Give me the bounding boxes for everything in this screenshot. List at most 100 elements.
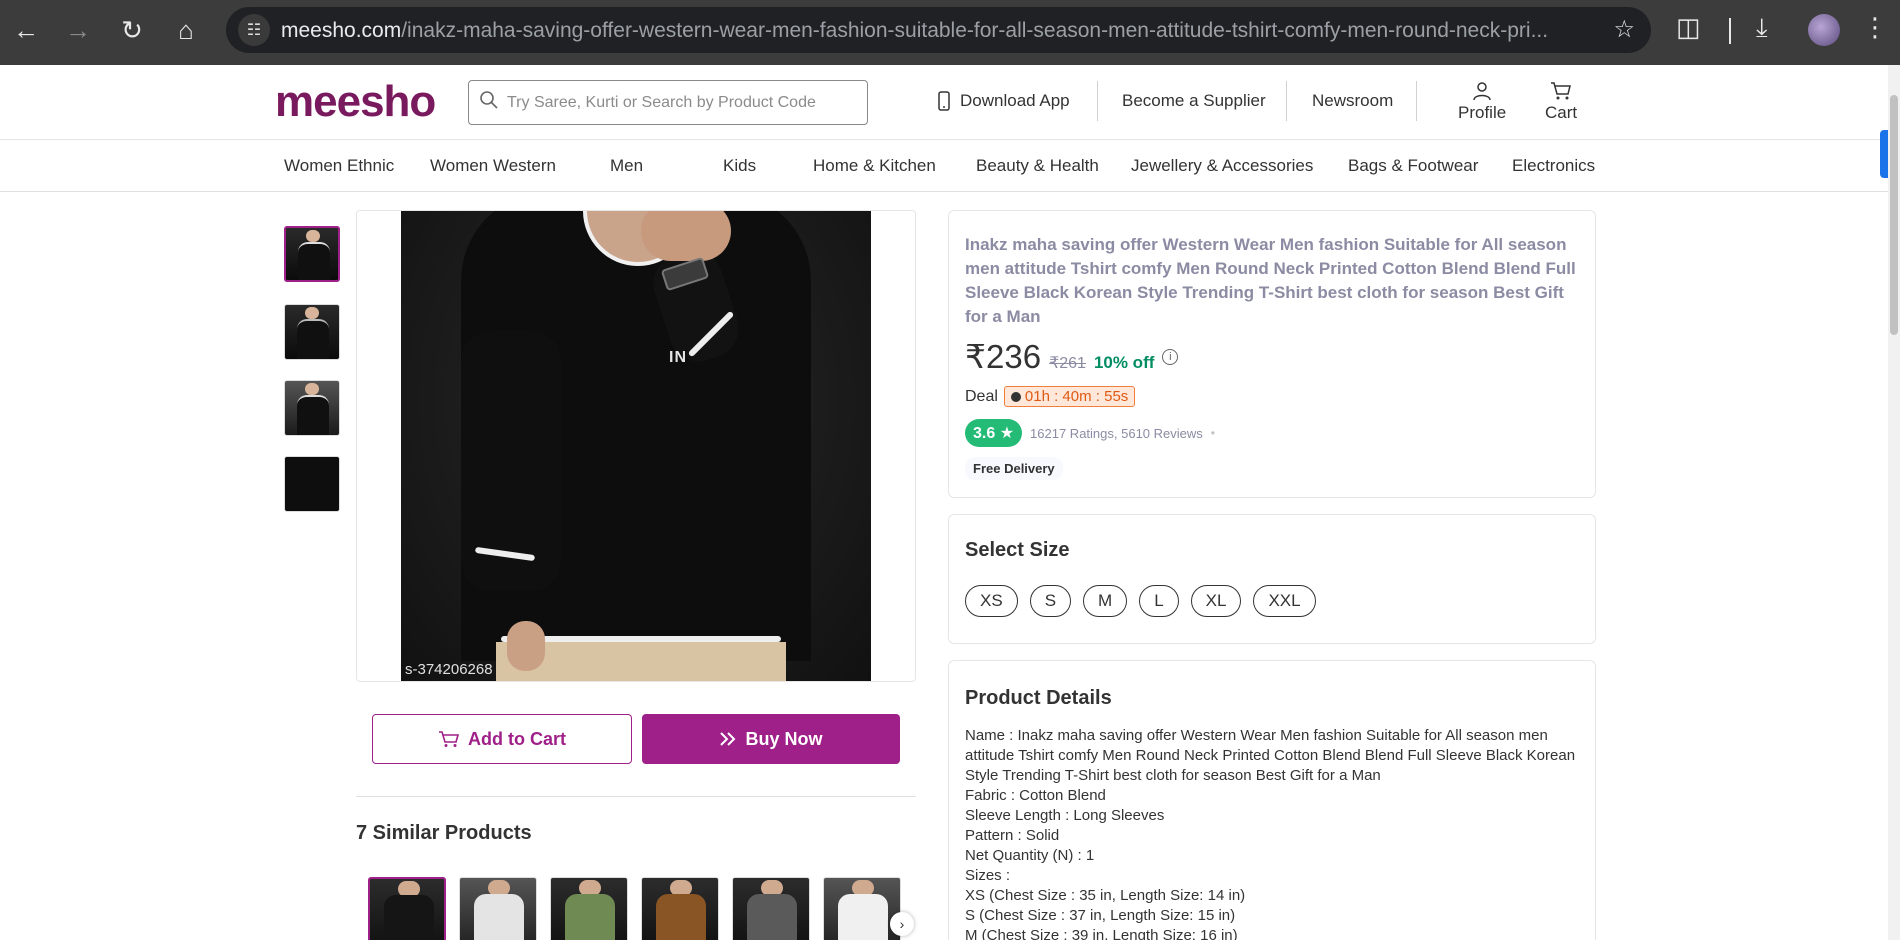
- newsroom-link[interactable]: Newsroom: [1312, 91, 1393, 111]
- become-supplier-link[interactable]: Become a Supplier: [1122, 91, 1266, 111]
- address-bar[interactable]: ☷ meesho.com/inakz-maha-saving-offer-wes…: [226, 7, 1651, 53]
- header-divider: [1286, 81, 1287, 121]
- section-divider: [356, 796, 916, 797]
- search-icon: [480, 91, 498, 109]
- category-jewellery-accessories[interactable]: Jewellery & Accessories: [1131, 156, 1313, 176]
- product-title: Inakz maha saving offer Western Wear Men…: [965, 235, 1576, 326]
- cart-button[interactable]: Cart: [1545, 81, 1577, 123]
- download-app-label: Download App: [960, 91, 1070, 110]
- profile-button[interactable]: Profile: [1458, 81, 1506, 123]
- star-icon: ★: [999, 425, 1015, 442]
- selling-price: ₹236: [965, 338, 1042, 375]
- ratings-count: 16217 Ratings, 5610 Reviews: [1030, 425, 1203, 441]
- category-home-kitchen[interactable]: Home & Kitchen: [813, 156, 936, 176]
- chevron-right-icon[interactable]: ›: [890, 912, 914, 936]
- product-details-card: Product Details Name : Inakz maha saving…: [948, 660, 1596, 940]
- category-kids[interactable]: Kids: [723, 156, 756, 176]
- discount-label: 10% off: [1093, 353, 1155, 372]
- gallery-thumbnail[interactable]: [284, 226, 340, 282]
- profile-avatar[interactable]: [1808, 14, 1840, 46]
- mobile-phone-icon: [938, 91, 950, 111]
- size-option-xs[interactable]: XS: [965, 585, 1018, 617]
- deal-timer-text: 01h : 40m : 55s: [1024, 388, 1129, 405]
- header-divider: [1416, 81, 1417, 121]
- size-option-m[interactable]: M: [1083, 585, 1128, 617]
- detail-line: Name : Inakz maha saving offer Western W…: [965, 727, 1576, 784]
- page-scrollbar[interactable]: [1888, 65, 1900, 940]
- size-option-l[interactable]: L: [1139, 585, 1179, 617]
- category-women-ethnic[interactable]: Women Ethnic: [284, 156, 394, 176]
- detail-line: Sleeve Length : Long Sleeves: [965, 807, 1165, 824]
- category-nav: Women Ethnic Women Western Men Kids Home…: [0, 140, 1890, 192]
- cart-icon: [439, 731, 460, 747]
- rating-value: 3.6: [973, 425, 996, 442]
- gallery-thumbnail[interactable]: [284, 304, 340, 360]
- buy-now-button[interactable]: Buy Now: [642, 714, 900, 764]
- info-icon[interactable]: i: [1162, 348, 1179, 365]
- category-women-western[interactable]: Women Western: [430, 156, 556, 176]
- meesho-logo[interactable]: meesho: [275, 77, 436, 127]
- user-icon: [1473, 82, 1491, 101]
- extensions-icon[interactable]: ◫: [1676, 12, 1701, 43]
- search-box[interactable]: [468, 80, 868, 125]
- product-info-card: Inakz maha saving offer Western Wear Men…: [948, 210, 1596, 498]
- select-size-title: Select Size: [965, 539, 1070, 561]
- similar-product-thumbnail[interactable]: [732, 877, 810, 940]
- similar-product-thumbnail[interactable]: [459, 877, 537, 940]
- cart-icon: [1551, 82, 1572, 100]
- size-option-xl[interactable]: XL: [1190, 585, 1242, 617]
- original-price: ₹261: [1049, 355, 1086, 372]
- size-option-s[interactable]: S: [1029, 585, 1072, 617]
- category-electronics[interactable]: Electronics: [1512, 156, 1595, 176]
- detail-line: Pattern : Solid: [965, 827, 1060, 844]
- detail-line: Fabric : Cotton Blend: [965, 787, 1106, 804]
- free-delivery-badge: Free Delivery: [965, 457, 1063, 480]
- double-chevron-right-icon: [720, 732, 736, 746]
- dot-separator: •: [1210, 426, 1215, 440]
- download-icon[interactable]: ⤓: [1756, 12, 1768, 44]
- price-row: ₹236 ₹261 10% off i: [965, 337, 1179, 376]
- scrollbar-thumb[interactable]: [1890, 95, 1898, 335]
- search-input[interactable]: [507, 87, 857, 119]
- forward-icon[interactable]: →: [58, 10, 98, 50]
- detail-line: Net Quantity (N) : 1: [965, 847, 1095, 864]
- category-bags-footwear[interactable]: Bags & Footwear: [1348, 156, 1478, 176]
- similar-product-thumbnail[interactable]: [823, 877, 901, 940]
- similar-products-title: 7 Similar Products: [356, 822, 532, 844]
- gallery-thumbnail[interactable]: [284, 456, 340, 512]
- similar-product-thumbnail[interactable]: [550, 877, 628, 940]
- rating-row: 3.6 ★ 16217 Ratings, 5610 Reviews •: [965, 419, 1215, 447]
- deal-timer: 01h : 40m : 55s: [1003, 386, 1136, 407]
- home-icon[interactable]: ⌂: [166, 10, 206, 50]
- product-details-body: Name : Inakz maha saving offer Western W…: [965, 726, 1585, 940]
- address-url[interactable]: meesho.com/inakz-maha-saving-offer-weste…: [281, 19, 1581, 43]
- add-to-cart-button[interactable]: Add to Cart: [372, 714, 632, 764]
- similar-product-thumbnail[interactable]: [368, 877, 446, 940]
- toolbar-separator: [1729, 18, 1731, 44]
- profile-label: Profile: [1458, 103, 1507, 122]
- category-men[interactable]: Men: [610, 156, 643, 176]
- reload-icon[interactable]: ↻: [112, 10, 152, 50]
- product-image-frame: IN s-374206268: [356, 210, 916, 682]
- menu-kebab-icon[interactable]: ⋮: [1862, 12, 1888, 43]
- bookmark-star-icon[interactable]: ☆: [1613, 15, 1635, 44]
- size-option-xxl[interactable]: XXL: [1253, 585, 1316, 617]
- gallery-thumbnail[interactable]: [284, 380, 340, 436]
- similar-product-thumbnail[interactable]: [641, 877, 719, 940]
- side-panel-tab[interactable]: [1880, 130, 1888, 178]
- shirt-brand-mark: IN: [669, 349, 687, 366]
- detail-line: Sizes :: [965, 867, 1011, 884]
- clock-icon: [1010, 391, 1021, 402]
- category-beauty-health[interactable]: Beauty & Health: [976, 156, 1099, 176]
- back-icon[interactable]: ←: [6, 10, 46, 50]
- header-divider: [1097, 81, 1098, 121]
- add-to-cart-label: Add to Cart: [468, 728, 566, 749]
- detail-line: S (Chest Size : 37 in, Length Size: 15 i…: [965, 907, 1236, 924]
- size-options: XS S M L XL XXL: [965, 585, 1316, 617]
- rating-badge[interactable]: 3.6 ★: [965, 419, 1023, 447]
- deal-label: Deal: [965, 387, 998, 405]
- site-header: meesho Download App Become a Supplier Ne…: [0, 65, 1890, 140]
- product-main-image[interactable]: IN s-374206268: [401, 211, 871, 681]
- download-app-link[interactable]: Download App: [938, 91, 1070, 111]
- site-settings-icon[interactable]: ☷: [238, 14, 270, 46]
